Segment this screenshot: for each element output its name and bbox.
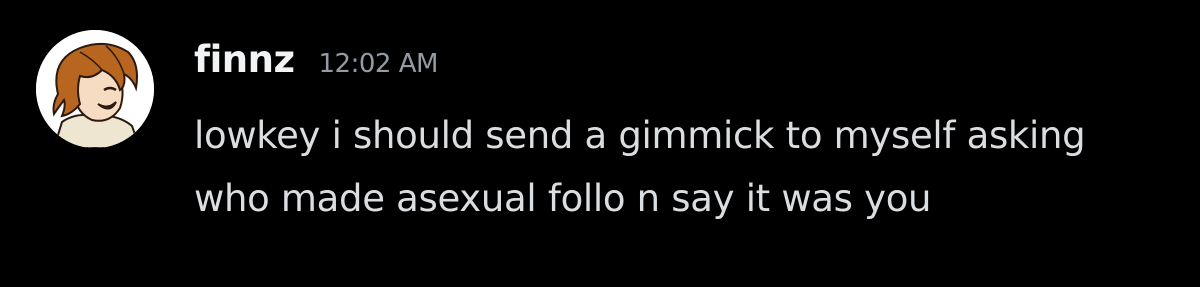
message-text: lowkey i should send a gimmick to myself… xyxy=(194,114,1086,220)
message-timestamp[interactable]: 12:02 AM xyxy=(319,49,439,79)
user-avatar[interactable] xyxy=(36,30,154,148)
chat-message: finnz 12:02 AM lowkey i should send a gi… xyxy=(0,0,1200,287)
message-header: finnz 12:02 AM xyxy=(194,38,438,98)
user-avatar-cartoon-icon xyxy=(36,30,154,148)
username[interactable]: finnz xyxy=(194,38,295,81)
